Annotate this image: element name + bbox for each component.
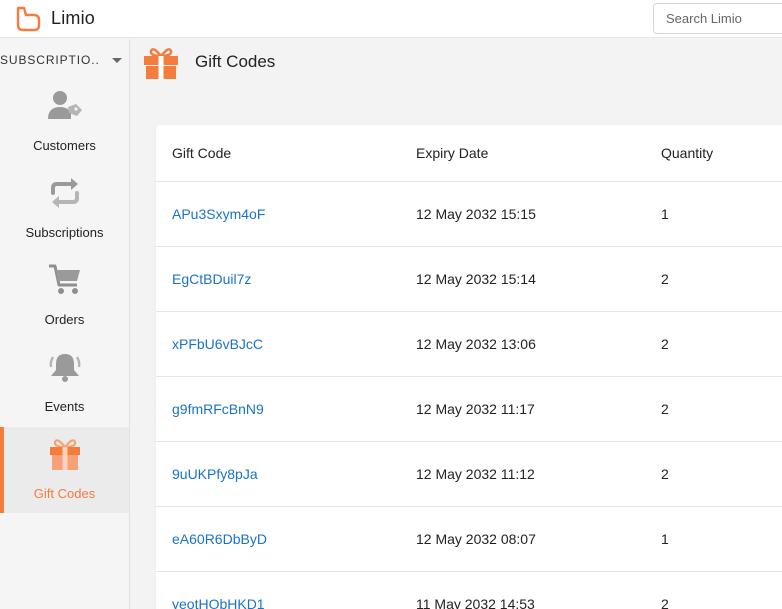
brand-name: Limio bbox=[51, 8, 96, 28]
gift-code-link[interactable]: xPFbU6vBJcC bbox=[172, 336, 263, 352]
table-row[interactable]: 9uUKPfy8pJa 12 May 2032 11:12 2 bbox=[156, 442, 782, 507]
gift-code-link[interactable]: EgCtBDuil7z bbox=[172, 271, 251, 287]
table-row[interactable]: g9fmRFcBnN9 12 May 2032 11:17 2 bbox=[156, 377, 782, 442]
customer-tag-icon bbox=[47, 91, 82, 119]
gift-code-link[interactable]: 9uUKPfy8pJa bbox=[172, 466, 258, 482]
section-dropdown-label: SUBSCRIPTIO... bbox=[0, 53, 100, 67]
quantity-cell: 2 bbox=[661, 271, 669, 287]
gift-code-link[interactable]: APu3Sxym4oF bbox=[172, 206, 265, 222]
table-row[interactable]: EgCtBDuil7z 12 May 2032 15:14 2 bbox=[156, 247, 782, 312]
cart-icon bbox=[48, 264, 80, 294]
expiry-date-cell: 11 May 2032 14:53 bbox=[416, 596, 535, 609]
sidebar-item-subscriptions[interactable]: Subscriptions bbox=[0, 166, 129, 252]
repeat-icon bbox=[50, 178, 79, 208]
table-row[interactable]: eA60R6DbByD 12 May 2032 08:07 1 bbox=[156, 507, 782, 572]
table-row[interactable]: yeotHObHKD1 11 May 2032 14:53 2 bbox=[156, 572, 782, 609]
sidebar-item-label: Subscriptions bbox=[25, 225, 104, 240]
sidebar-item-label: Orders bbox=[44, 312, 85, 327]
quantity-cell: 2 bbox=[661, 401, 669, 417]
expiry-date-cell: 12 May 2032 11:17 bbox=[416, 401, 535, 417]
table-header-row: Gift Code Expiry Date Quantity bbox=[156, 125, 782, 182]
section-dropdown[interactable]: SUBSCRIPTIO... bbox=[0, 49, 130, 71]
quantity-cell: 1 bbox=[661, 531, 669, 547]
sidebar-item-orders[interactable]: Orders bbox=[0, 253, 129, 339]
sidebar-item-customers[interactable]: Customers bbox=[0, 79, 129, 165]
gift-code-link[interactable]: g9fmRFcBnN9 bbox=[172, 401, 264, 417]
quantity-cell: 2 bbox=[661, 596, 669, 609]
quantity-cell: 2 bbox=[661, 466, 669, 482]
gift-icon bbox=[49, 439, 80, 470]
sidebar-item-label: Events bbox=[44, 399, 85, 414]
quantity-cell: 1 bbox=[661, 206, 669, 222]
column-header-quantity[interactable]: Quantity bbox=[661, 145, 713, 161]
gift-codes-table: Gift Code Expiry Date Quantity APu3Sxym4… bbox=[156, 125, 782, 609]
sidebar-item-gift-codes[interactable]: Gift Codes bbox=[0, 427, 129, 513]
gift-icon bbox=[144, 48, 178, 79]
expiry-date-cell: 12 May 2032 13:06 bbox=[416, 336, 536, 352]
gift-code-link[interactable]: yeotHObHKD1 bbox=[172, 596, 265, 609]
quantity-cell: 2 bbox=[661, 336, 669, 352]
expiry-date-cell: 12 May 2032 15:14 bbox=[416, 271, 536, 287]
gift-code-link[interactable]: eA60R6DbByD bbox=[172, 531, 267, 547]
sidebar-item-events[interactable]: Events bbox=[0, 340, 129, 426]
bell-icon bbox=[49, 354, 80, 382]
sidebar-item-label: Gift Codes bbox=[33, 486, 96, 501]
table-row[interactable]: APu3Sxym4oF 12 May 2032 15:15 1 bbox=[156, 182, 782, 247]
expiry-date-cell: 12 May 2032 15:15 bbox=[416, 206, 536, 222]
column-header-gift-code[interactable]: Gift Code bbox=[172, 145, 231, 161]
sidebar-item-label: Customers bbox=[33, 138, 96, 153]
chevron-down-icon bbox=[112, 58, 122, 63]
top-bar: Limio bbox=[0, 0, 782, 38]
page-title: Gift Codes bbox=[195, 52, 276, 71]
expiry-date-cell: 12 May 2032 08:07 bbox=[416, 531, 536, 547]
sidebar: SUBSCRIPTIO... Customers Subscriptions O… bbox=[0, 39, 130, 609]
expiry-date-cell: 12 May 2032 11:12 bbox=[416, 466, 535, 482]
column-header-expiry-date[interactable]: Expiry Date bbox=[416, 145, 488, 161]
limio-logo-icon[interactable] bbox=[15, 6, 41, 32]
table-row[interactable]: xPFbU6vBJcC 12 May 2032 13:06 2 bbox=[156, 312, 782, 377]
search-input[interactable] bbox=[653, 3, 782, 34]
